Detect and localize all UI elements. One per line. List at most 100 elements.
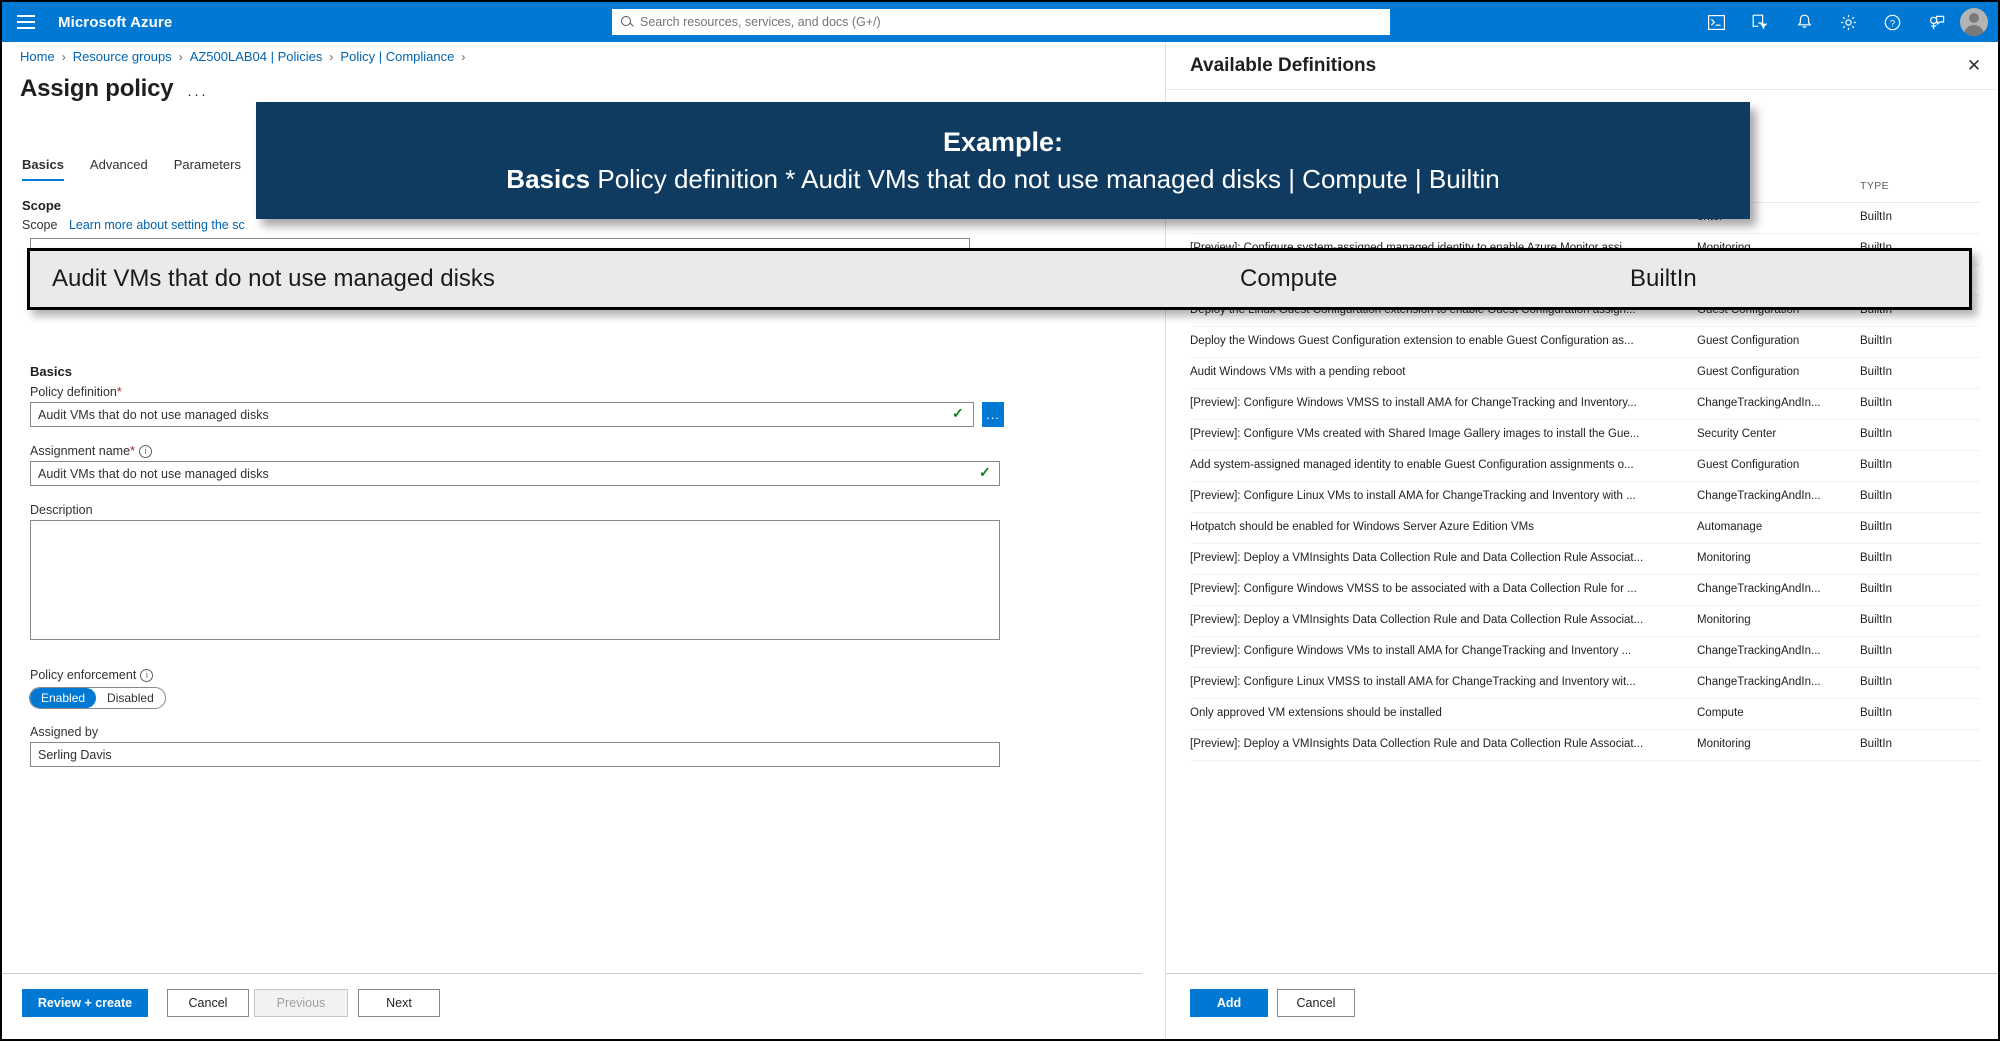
breadcrumb-item-home[interactable]: Home [20,49,55,64]
description-textarea[interactable] [30,520,1000,640]
table-row[interactable]: [Preview]: Deploy a VMInsights Data Coll… [1190,606,1980,637]
table-row[interactable]: [Preview]: Configure Linux VMSS to insta… [1190,668,1980,699]
table-row[interactable]: [Preview]: Configure VMs created with Sh… [1190,420,1980,451]
table-row[interactable]: [Preview]: Configure Windows VMSS to be … [1190,575,1980,606]
scope-label-text: Scope [22,218,58,232]
table-row[interactable]: [Preview]: Configure Windows VMSS to ins… [1190,389,1980,420]
definition-type: BuiltIn [1860,397,1892,409]
definition-name: [Preview]: Configure Linux VMSS to insta… [1190,676,1636,688]
search-icon [620,15,634,29]
notifications-bell-icon[interactable] [1794,12,1814,32]
next-button[interactable]: Next [358,989,440,1017]
settings-gear-icon[interactable] [1838,12,1858,32]
table-row[interactable]: [Preview]: Deploy a VMInsights Data Coll… [1190,730,1980,761]
policy-definition-label-text: Policy definition [30,385,117,399]
blade-header: Available Definitions ✕ [1166,42,1998,90]
table-row[interactable]: Only approved VM extensions should be in… [1190,699,1980,730]
scope-heading: Scope [22,198,62,213]
definition-category: ChangeTrackingAndIn... [1697,583,1821,595]
tab-advanced[interactable]: Advanced [90,157,148,181]
policy-enforcement-label: Policy enforcement i [30,668,154,682]
wizard-tabs: Basics Advanced Parameters [22,157,241,181]
description-label: Description [30,503,93,517]
definition-category: Monitoring [1697,738,1751,750]
table-row[interactable]: Audit Windows VMs with a pending reboot G… [1190,358,1980,389]
breadcrumb-item-resource-groups[interactable]: Resource groups [73,49,172,64]
tab-basics[interactable]: Basics [22,157,64,181]
definition-category: Guest Configuration [1697,335,1800,347]
assigned-by-input[interactable]: Serling Davis [30,742,1000,767]
policy-enforcement-option-enabled[interactable]: Enabled [30,688,97,708]
definition-name: Audit Windows VMs with a pending reboot [1190,366,1406,378]
previous-button[interactable]: Previous [254,989,348,1017]
blade-cancel-button[interactable]: Cancel [1277,989,1355,1017]
annotation-banner-line2-rest: Policy definition * Audit VMs that do no… [590,163,1500,194]
menu-hamburger-icon[interactable] [2,2,50,42]
definition-category: Compute [1697,707,1744,719]
directory-subscription-filter-icon[interactable] [1750,12,1770,32]
table-row[interactable]: Deploy the Windows Guest Configuration e… [1190,327,1980,358]
tab-parameters[interactable]: Parameters [174,157,241,181]
search-input[interactable] [640,15,1382,29]
table-row[interactable]: [Preview]: Configure Linux VMs to instal… [1190,482,1980,513]
help-question-icon[interactable]: ? [1882,12,1902,32]
definition-type: BuiltIn [1860,738,1892,750]
table-row[interactable]: [Preview]: Deploy a VMInsights Data Coll… [1190,544,1980,575]
definition-name: [Preview]: Configure Linux VMs to instal… [1190,490,1636,502]
global-search-box[interactable] [612,9,1390,35]
breadcrumb-item-az500lab04-policies[interactable]: AZ500LAB04 | Policies [190,49,323,64]
definition-type: BuiltIn [1860,676,1892,688]
table-row[interactable]: Hotpatch should be enabled for Windows S… [1190,513,1980,544]
annotation-row-type: BuiltIn [1630,265,1697,292]
user-avatar[interactable] [1960,8,1988,36]
definition-category: Guest Configuration [1697,459,1800,471]
svg-text:?: ? [1889,18,1894,29]
policy-definition-input[interactable]: Audit VMs that do not use managed disks [30,402,974,427]
breadcrumb-item-policy-compliance[interactable]: Policy | Compliance [340,49,454,64]
breadcrumb-separator-icon: › [61,49,66,64]
definition-type: BuiltIn [1860,211,1892,223]
global-header: Microsoft Azure ? [2,2,1998,42]
feedback-smiley-icon[interactable] [1926,12,1946,32]
brand-title[interactable]: Microsoft Azure [50,14,172,31]
policy-enforcement-option-disabled[interactable]: Disabled [96,688,165,708]
definition-category: ChangeTrackingAndIn... [1697,645,1821,657]
annotation-row-category: Compute [1240,265,1338,292]
policy-definition-valid-icon: ✓ [952,405,964,421]
policy-definition-browse-button[interactable]: ... [982,402,1004,427]
blade-footer: Add Cancel [1166,973,1998,1039]
assignment-name-input[interactable]: Audit VMs that do not use managed disks [30,461,1000,486]
policy-enforcement-toggle[interactable]: Enabled Disabled [29,687,166,709]
definition-name: Deploy the Windows Guest Configuration e… [1190,335,1634,347]
table-row[interactable]: [Preview]: Configure Windows VMs to inst… [1190,637,1980,668]
policy-enforcement-label-text: Policy enforcement [30,668,137,682]
definition-name: Hotpatch should be enabled for Windows S… [1190,521,1534,533]
definition-category: Guest Configuration [1697,366,1800,378]
cloud-shell-icon[interactable] [1706,12,1726,32]
annotation-row-name: Audit VMs that do not use managed disks [52,265,495,292]
page-more-actions-icon[interactable]: ··· [187,86,208,103]
column-header-type[interactable]: TYPE [1860,180,1889,192]
definition-name: Add system-assigned managed identity to … [1190,459,1634,471]
assignment-name-label-text: Assignment name [30,444,131,458]
page-title: Assign policy [20,75,174,102]
basics-heading: Basics [30,364,72,379]
review-create-button[interactable]: Review + create [22,989,148,1017]
definition-category: Monitoring [1697,614,1751,626]
definition-category: ChangeTrackingAndIn... [1697,397,1821,409]
close-icon[interactable]: ✕ [1964,56,1984,76]
definition-name: Only approved VM extensions should be in… [1190,707,1442,719]
add-button[interactable]: Add [1190,989,1268,1017]
definition-category: ChangeTrackingAndIn... [1697,676,1821,688]
table-row[interactable]: Add system-assigned managed identity to … [1190,451,1980,482]
definition-type: BuiltIn [1860,583,1892,595]
definition-type: BuiltIn [1860,645,1892,657]
cancel-button[interactable]: Cancel [167,989,249,1017]
definition-category: Monitoring [1697,552,1751,564]
breadcrumb-separator-icon: › [178,49,183,64]
assignment-name-info-icon[interactable]: i [138,445,152,458]
annotation-highlighted-row: Audit VMs that do not use managed disks … [27,248,1972,310]
breadcrumb-separator-icon: › [329,49,334,64]
policy-enforcement-info-icon[interactable]: i [140,669,154,682]
scope-learn-more-link[interactable]: Learn more about setting the sc [69,218,245,232]
